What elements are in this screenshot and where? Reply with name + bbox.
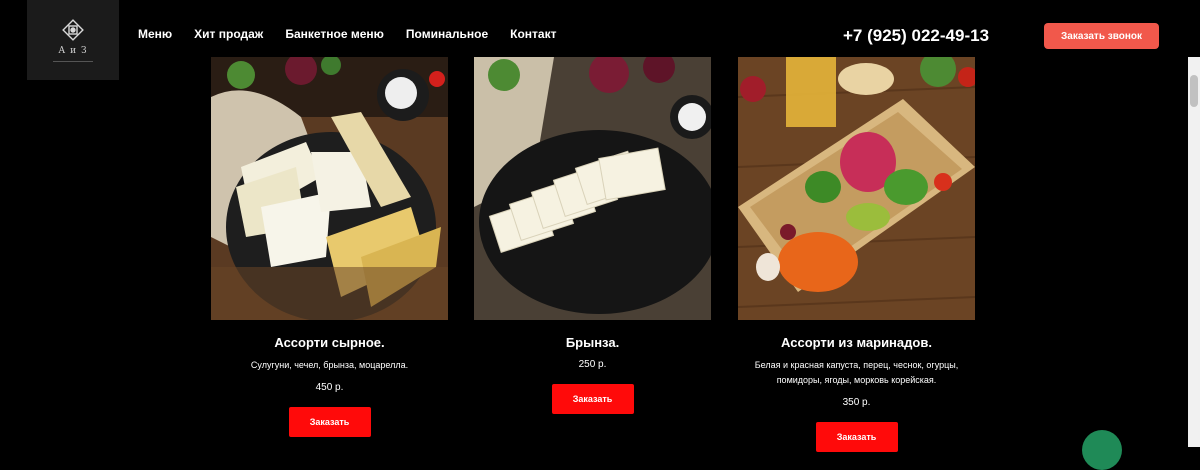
product-title: Ассорти сырное.	[274, 335, 385, 350]
nav-item-bestsellers[interactable]: Хит продаж	[194, 27, 263, 41]
product-photo[interactable]	[211, 57, 448, 320]
nav-item-memorial[interactable]: Поминальное	[406, 27, 488, 41]
product-price: 450 р.	[315, 382, 344, 393]
product-title: Ассорти из маринадов.	[781, 335, 932, 350]
request-callback-button[interactable]: Заказать звонок	[1044, 23, 1159, 49]
page-scrollbar[interactable]	[1188, 57, 1200, 447]
nav-item-contact[interactable]: Контакт	[510, 27, 556, 41]
logo-underline	[53, 61, 93, 62]
order-button[interactable]: Заказать	[288, 407, 371, 437]
product-photo[interactable]	[738, 57, 975, 320]
product-price: 250 р.	[578, 359, 607, 370]
product-price: 350 р.	[842, 397, 871, 408]
order-button[interactable]: Заказать	[551, 384, 634, 414]
main-nav: Меню Хит продаж Банкетное меню Поминальн…	[138, 27, 556, 41]
product-card: Брынза. 250 р. Заказать	[474, 57, 711, 414]
scrollbar-thumb[interactable]	[1190, 75, 1198, 107]
nav-item-banquet-menu[interactable]: Банкетное меню	[285, 27, 384, 41]
nav-item-menu[interactable]: Меню	[138, 27, 172, 41]
product-description: Белая и красная капуста, перец, чеснок, …	[754, 360, 959, 385]
product-card: Ассорти сырное. Сулугуни, чечел, брынза,…	[211, 57, 448, 437]
product-description: Сулугуни, чечел, брынза, моцарелла.	[250, 360, 409, 370]
logo-ornament-icon	[62, 19, 84, 41]
product-photo[interactable]	[474, 57, 711, 320]
order-button[interactable]: Заказать	[815, 422, 898, 452]
logo[interactable]: А и З	[27, 0, 119, 80]
chat-widget-button[interactable]	[1082, 430, 1122, 470]
phone-number[interactable]: +7 (925) 022-49-13	[843, 26, 989, 46]
product-card: Ассорти из маринадов. Белая и красная ка…	[738, 57, 975, 452]
product-title: Брынза.	[565, 335, 620, 350]
logo-text: А и З	[58, 46, 88, 56]
